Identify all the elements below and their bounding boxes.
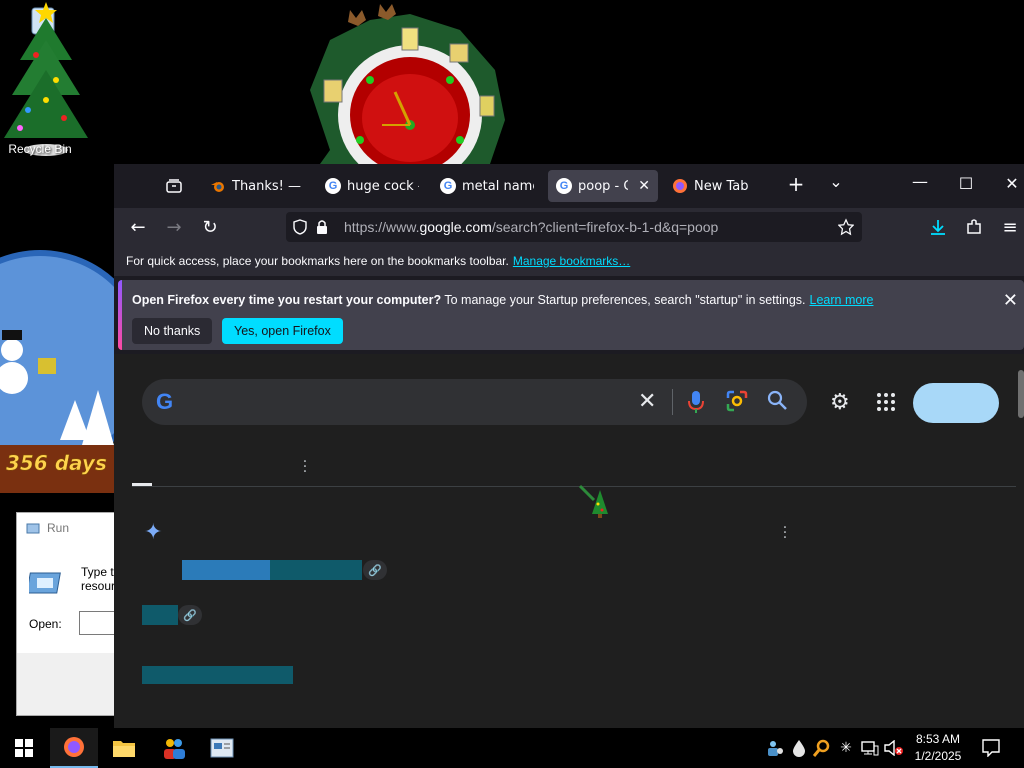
taskbar-run-window[interactable] [198, 728, 246, 768]
minimize-button[interactable]: — [908, 172, 932, 191]
globe-counter-text: 356 days [6, 451, 107, 475]
taskbar: ✳ 8:53 AM 1/2/2025 [0, 728, 1024, 768]
taskbar-file-explorer[interactable] [100, 728, 148, 768]
close-window-button[interactable]: ✕ [1000, 174, 1024, 193]
learn-more-link[interactable]: Learn more [810, 293, 874, 307]
google-favicon: G [440, 178, 456, 194]
tabs-divider [132, 486, 1016, 487]
loading-placeholder [142, 666, 293, 684]
tray-drop-icon[interactable] [789, 738, 809, 758]
taskbar-people-app[interactable] [150, 728, 198, 768]
forward-icon[interactable]: → [162, 215, 186, 239]
search-divider [672, 389, 673, 415]
taskbar-firefox[interactable] [50, 728, 98, 768]
loading-placeholder [142, 605, 178, 625]
reload-icon[interactable]: ↻ [198, 215, 222, 239]
nav-bar: ← → ↻ https://www.google.com/search?clie… [114, 208, 1024, 246]
snow-globe-widget: 356 days [0, 250, 114, 493]
google-logo[interactable]: G [156, 390, 173, 414]
clock-date: 1/2/2025 [914, 749, 962, 763]
tab-poop-active[interactable]: G poop - Goo ✕ [548, 170, 658, 202]
recycle-bin-label: Recycle Bin [8, 142, 72, 156]
google-apps-icon[interactable] [876, 392, 896, 416]
tab-list-icon[interactable] [162, 174, 186, 198]
notification-message: Open Firefox every time you restart your… [132, 293, 874, 307]
link-icon[interactable]: 🔗 [363, 560, 387, 580]
firefox-window: Thanks! — bl G huge cock - G G metal nam… [114, 164, 1024, 728]
no-thanks-button[interactable]: No thanks [132, 318, 213, 344]
open-label: Open: [29, 617, 62, 631]
tab-title: Thanks! — bl [232, 178, 304, 194]
network-icon[interactable] [860, 738, 880, 758]
run-title: Run [47, 521, 70, 535]
lock-icon[interactable] [314, 219, 330, 235]
loading-placeholder [182, 560, 270, 580]
list-all-tabs-icon[interactable]: ⌄ [824, 172, 848, 191]
blender-icon [210, 178, 226, 194]
christmas-clock-widget [310, 4, 505, 164]
loading-placeholder [270, 560, 362, 580]
ai-sparkle-icon: ✦ [144, 520, 163, 545]
maximize-button[interactable]: ☐ [954, 174, 978, 193]
tray-search-icon[interactable] [812, 738, 832, 758]
firefox-icon [672, 178, 688, 194]
tab-huge[interactable]: G huge cock - G [317, 170, 427, 202]
notification-accent [118, 280, 122, 350]
google-results-page: G ✕ ⚙ · · · ✦ · · · 🔗 🔗 [114, 354, 1024, 728]
bookmarks-hint: For quick access, place your bookmarks h… [126, 254, 509, 268]
close-notification-icon[interactable]: ✕ [1003, 290, 1018, 311]
tray-sparkle-icon[interactable]: ✳ [836, 738, 856, 758]
clear-search-icon[interactable]: ✕ [638, 389, 656, 414]
tab-title: New Tab [694, 178, 749, 194]
google-lens-icon[interactable] [726, 390, 748, 416]
tab-title: poop - Goo [578, 178, 628, 194]
bookmarks-toolbar: For quick access, place your bookmarks h… [114, 246, 1024, 276]
ai-overview-more-icon[interactable]: · · · [780, 521, 790, 545]
manage-bookmarks-link[interactable]: Manage bookmarks… [513, 254, 630, 268]
yes-open-firefox-button[interactable]: Yes, open Firefox [222, 318, 343, 344]
run-app-icon [25, 520, 41, 536]
tree-cursor-icon [578, 484, 608, 518]
url-text[interactable]: https://www.google.com/search?client=fir… [344, 219, 718, 235]
menu-icon[interactable]: ≡ [998, 215, 1022, 239]
sign-in-button[interactable] [913, 383, 999, 423]
shield-icon[interactable] [292, 219, 308, 235]
startup-notification: Open Firefox every time you restart your… [118, 280, 1024, 350]
scrollbar-thumb[interactable] [1018, 370, 1024, 418]
more-tabs-icon[interactable]: · · · [300, 455, 310, 479]
tab-close-icon[interactable]: ✕ [638, 178, 650, 194]
search-icon[interactable] [766, 389, 788, 416]
bookmark-star-icon[interactable] [838, 218, 854, 236]
run-program-icon [29, 572, 61, 594]
settings-gear-icon[interactable]: ⚙ [830, 390, 850, 415]
url-bar[interactable]: https://www.google.com/search?client=fir… [286, 212, 862, 242]
notifications-icon[interactable] [981, 738, 1001, 758]
tray-user-icon[interactable] [765, 738, 785, 758]
google-favicon: G [325, 178, 341, 194]
taskbar-clock[interactable]: 8:53 AM 1/2/2025 [908, 731, 968, 765]
tab-title: huge cock - G [347, 178, 419, 194]
extensions-icon[interactable] [962, 215, 986, 239]
volume-muted-icon[interactable] [884, 738, 904, 758]
clock-time: 8:53 AM [915, 732, 961, 746]
start-button[interactable] [0, 728, 48, 768]
tab-strip: Thanks! — bl G huge cock - G G metal nam… [114, 164, 1024, 208]
google-favicon: G [556, 178, 572, 194]
back-icon[interactable]: ← [126, 215, 150, 239]
tab-title: metal name g [462, 178, 534, 194]
downloads-icon[interactable] [926, 215, 950, 239]
tab-thanks[interactable]: Thanks! — bl [202, 170, 312, 202]
tab-new-tab[interactable]: New Tab [664, 170, 774, 202]
tab-metal[interactable]: G metal name g [432, 170, 542, 202]
recycle-bin-icon[interactable]: Recycle Bin [4, 4, 76, 156]
desktop: Recycle Bin 356 days Run Type th resour … [0, 0, 1024, 768]
google-search-box[interactable]: G ✕ [142, 379, 807, 425]
link-icon[interactable]: 🔗 [178, 605, 202, 625]
microphone-icon[interactable] [688, 390, 704, 418]
page-scrollbar[interactable] [1018, 360, 1024, 722]
new-tab-button[interactable]: + [784, 172, 808, 196]
